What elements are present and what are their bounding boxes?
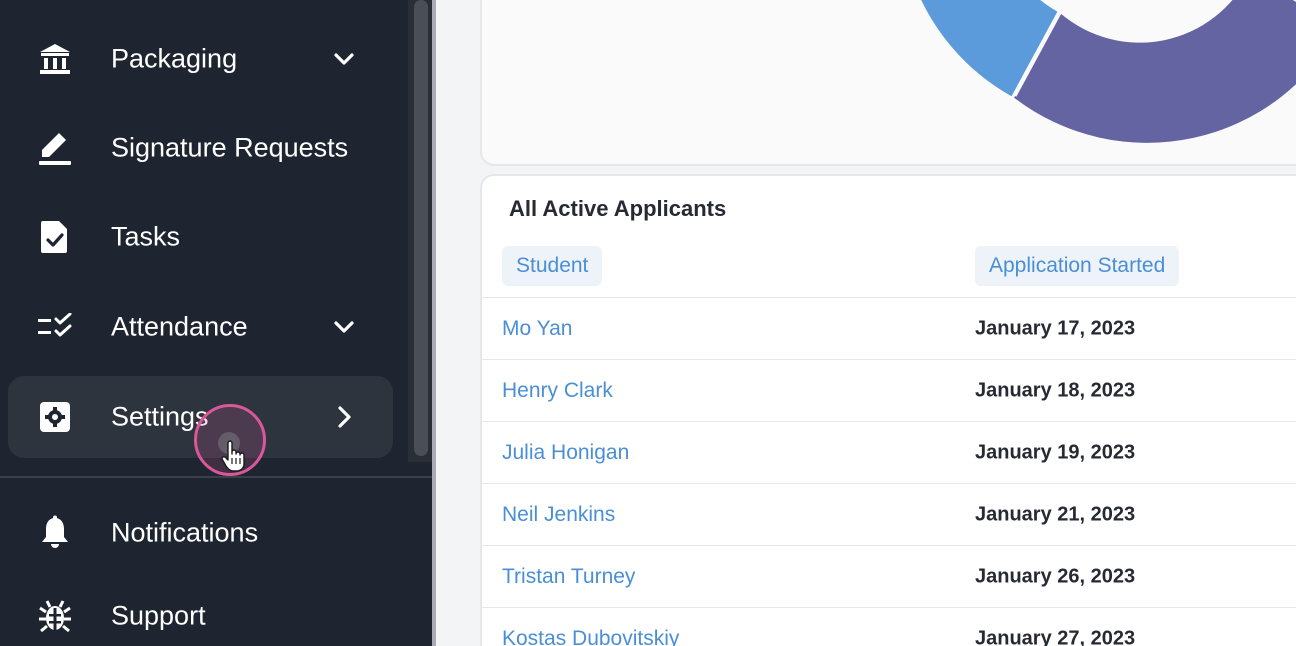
gear-icon	[36, 398, 74, 436]
sidebar-item-label: Settings	[111, 401, 209, 432]
application-date: January 27, 2023	[975, 627, 1136, 646]
table-row: Mo Yan January 17, 2023	[482, 297, 1296, 360]
sidebar-divider	[0, 476, 432, 478]
sidebar: Packaging Signature Requests Tasks Atten…	[0, 0, 436, 646]
student-link[interactable]: Mo Yan	[502, 317, 572, 341]
file-check-icon	[36, 218, 74, 256]
sidebar-item-signature-requests[interactable]: Signature Requests	[8, 107, 393, 189]
application-date: January 26, 2023	[975, 565, 1136, 588]
column-header-application-started[interactable]: Application Started	[975, 246, 1180, 286]
bank-icon	[36, 40, 74, 78]
student-link[interactable]: Julia Honigan	[502, 441, 629, 465]
chevron-right-icon	[330, 403, 358, 431]
sidebar-item-label: Signature Requests	[111, 132, 349, 163]
applicants-table-card: All Active Applicants Student Applicatio…	[480, 174, 1296, 646]
table-title: All Active Applicants	[509, 196, 727, 221]
sidebar-item-packaging[interactable]: Packaging	[8, 18, 393, 100]
sidebar-item-support[interactable]: Support	[8, 575, 393, 646]
pen-icon	[36, 129, 74, 167]
sidebar-item-label: Tasks	[111, 221, 181, 252]
donut-chart	[921, 0, 1296, 143]
sidebar-item-label: Notifications	[111, 517, 259, 548]
application-date: January 19, 2023	[975, 441, 1136, 464]
student-link[interactable]: Henry Clark	[502, 379, 613, 403]
chart-card	[480, 0, 1296, 166]
student-link[interactable]: Kostas Dubovitskiy	[502, 627, 679, 646]
table-row: Kostas Dubovitskiy January 27, 2023	[482, 607, 1296, 646]
sidebar-item-notifications[interactable]: Notifications	[8, 492, 393, 574]
sidebar-item-attendance[interactable]: Attendance	[8, 286, 393, 368]
table-row: Julia Honigan January 19, 2023	[482, 421, 1296, 484]
chevron-down-icon	[330, 45, 358, 73]
bell-icon	[36, 514, 74, 552]
chevron-down-icon	[330, 313, 358, 341]
checklist-icon	[36, 308, 74, 346]
bug-icon	[36, 597, 74, 635]
sidebar-item-label: Support	[111, 600, 206, 631]
table-row: Tristan Turney January 26, 2023	[482, 545, 1296, 608]
app-window: Packaging Signature Requests Tasks Atten…	[0, 0, 1296, 646]
application-date: January 18, 2023	[975, 379, 1136, 402]
sidebar-item-tasks[interactable]: Tasks	[8, 196, 393, 278]
main-content: All Active Applicants Student Applicatio…	[436, 0, 1296, 646]
sidebar-item-label: Packaging	[111, 43, 238, 74]
table-row: Neil Jenkins January 21, 2023	[482, 483, 1296, 546]
student-link[interactable]: Neil Jenkins	[502, 503, 615, 527]
student-link[interactable]: Tristan Turney	[502, 565, 635, 589]
application-date: January 21, 2023	[975, 503, 1136, 526]
column-header-student[interactable]: Student	[502, 246, 603, 286]
sidebar-item-label: Attendance	[111, 311, 248, 342]
hand-pointer-icon	[220, 440, 250, 472]
sidebar-scrollbar-thumb[interactable]	[414, 0, 428, 456]
application-date: January 17, 2023	[975, 317, 1136, 340]
table-row: Henry Clark January 18, 2023	[482, 359, 1296, 422]
